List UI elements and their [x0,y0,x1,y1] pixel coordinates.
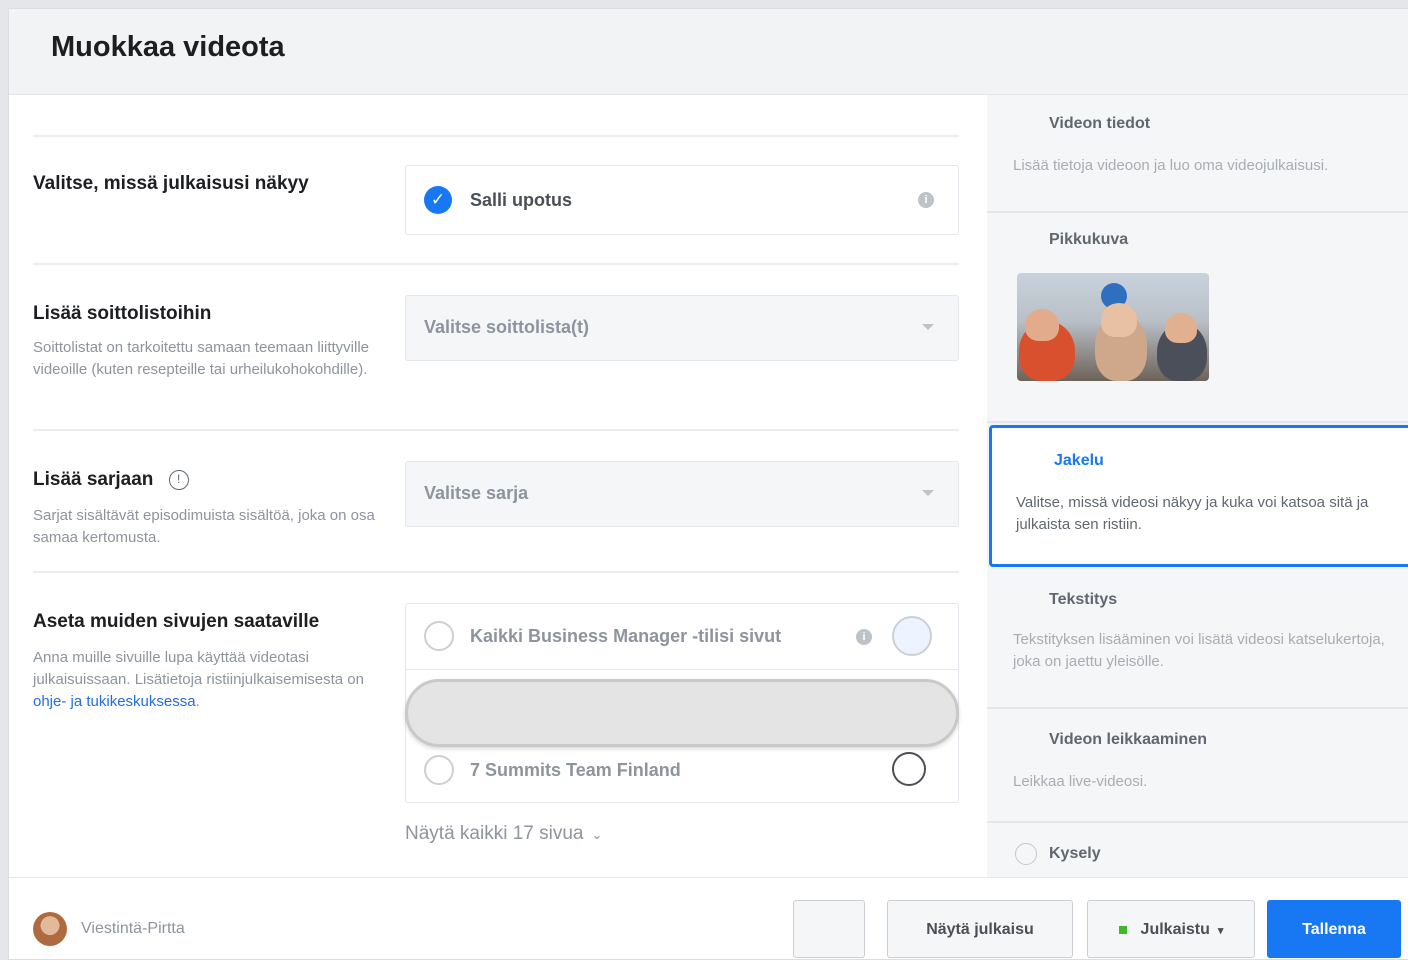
chevron-down-icon: ▾ [1217,925,1224,937]
radio-button[interactable] [424,621,454,651]
options-button[interactable] [793,900,865,958]
info-icon[interactable]: i [918,192,934,208]
series-label: Lisää sarjaan ! [33,469,189,491]
sidebar-item-description: Lisää tietoja videoon ja luo oma videoju… [1013,157,1329,174]
page-option[interactable]: Kaikki Business Manager -tilisi sivut i [406,604,958,670]
checkbox-checked-icon[interactable]: ✓ [424,186,452,214]
sidebar-item-video-trim[interactable]: Videon leikkaaminen Leikkaa live-videosi… [987,709,1408,823]
person-face [1101,303,1137,337]
edit-video-dialog: Muokkaa videota Valitse, missä julkaisus… [8,8,1408,960]
page-option-placeholder[interactable] [405,679,959,747]
publish-status-button[interactable]: Julkaistu ▾ [1087,900,1255,958]
page-option[interactable]: 7 Summits Team Finland [406,738,958,804]
allow-embed-option[interactable]: ✓ Salli upotus i [405,165,959,235]
crosspost-label: Aseta muiden sivujen saataville [33,611,320,632]
person-face [1025,309,1059,341]
chevron-down-icon [922,490,934,496]
chevron-down-icon [922,324,934,330]
poll-icon [1015,843,1037,865]
sidebar-item-captions[interactable]: Tekstitys Tekstityksen lisääminen voi li… [987,569,1408,709]
series-select-placeholder: Valitse sarja [424,483,529,503]
sidebar: Videon tiedot Lisää tietoja videoon ja l… [987,95,1408,877]
page-option-label: 7 Summits Team Finland [470,760,681,780]
sidebar-item-distribution[interactable]: Jakelu Valitse, missä videosi näkyy ja k… [989,425,1408,567]
dialog-header: Muokkaa videota [9,9,1408,95]
sidebar-item-description: Valitse, missä videosi näkyy ja kuka voi… [1016,494,1369,533]
save-button[interactable]: Tallenna [1267,900,1401,958]
avatar [33,912,67,946]
sidebar-item-title: Kysely [1049,845,1101,862]
sidebar-item-video-details[interactable]: Videon tiedot Lisää tietoja videoon ja l… [987,95,1408,213]
distribution-form: Valitse, missä julkaisusi näkyy ✓ Salli … [9,95,987,877]
divider [33,263,959,265]
series-select[interactable]: Valitse sarja [405,461,959,527]
info-icon[interactable]: i [856,629,872,645]
user-name: Viestintä-Pirtta [81,920,185,937]
playlists-description: Soittolistat on tarkoitettu samaan teema… [33,339,369,378]
help-icon[interactable]: ! [168,469,189,490]
divider [33,571,959,573]
sidebar-item-title: Videon leikkaaminen [1049,731,1207,748]
preview-post-button[interactable]: Näytä julkaisu [887,900,1073,958]
series-label-text: Lisää sarjaan [33,469,154,490]
chevron-down-icon: ⌄ [591,827,603,842]
dialog-footer: Viestintä-Pirtta Näytä julkaisu Julkaist… [9,877,1408,959]
show-all-pages-link[interactable]: Näytä kaikki 17 sivua ⌄ [405,823,602,845]
sidebar-item-title: Tekstitys [1049,591,1118,608]
crosspost-description: Anna muille sivuille lupa käyttää videot… [33,649,364,710]
dialog-title: Muokkaa videota [51,31,285,63]
globe-logo-icon [892,752,926,786]
page-option-label: Kaikki Business Manager -tilisi sivut [470,626,782,646]
playlist-select[interactable]: Valitse soittolista(t) [405,295,959,361]
sidebar-item-description: Tekstityksen lisääminen voi lisätä video… [1013,631,1385,670]
sidebar-item-thumbnail[interactable]: Pikkukuva [987,213,1408,423]
series-description: Sarjat sisältävät episodimuista sisältöä… [33,507,375,546]
page-avatar-icon [892,616,932,656]
status-dot-icon [1118,925,1127,934]
radio-button[interactable] [424,755,454,785]
sidebar-item-title: Videon tiedot [1049,115,1151,132]
video-thumbnail-image[interactable] [1017,273,1209,381]
playlists-label: Lisää soittolistoihin [33,303,212,324]
divider [33,429,959,431]
person-face [1165,313,1197,343]
sidebar-item-title: Pikkukuva [1049,231,1129,248]
allow-embed-label: Salli upotus [470,190,573,210]
sidebar-item-title: Jakelu [1054,452,1104,469]
visibility-label: Valitse, missä julkaisusi näkyy [33,173,309,194]
divider [33,135,959,137]
sidebar-item-description: Leikkaa live-videosi. [1013,773,1148,790]
help-center-link[interactable]: ohje- ja tukikeskuksessa [33,693,196,710]
playlist-select-placeholder: Valitse soittolista(t) [424,317,590,337]
sidebar-item-poll[interactable]: Kysely [987,823,1408,877]
